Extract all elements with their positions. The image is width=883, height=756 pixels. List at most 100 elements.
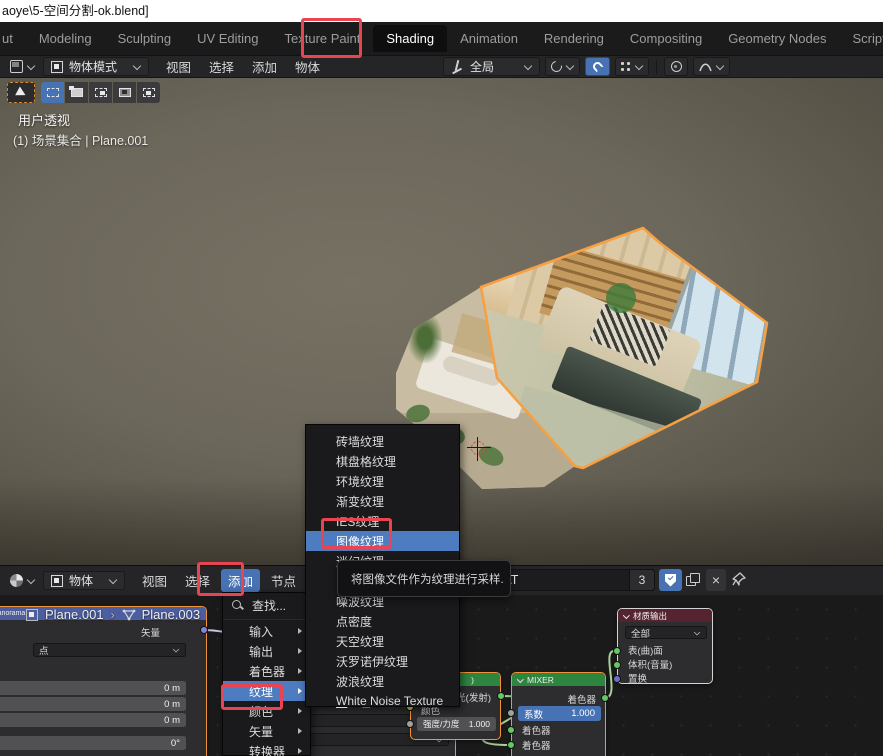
menu-item-着色器[interactable]: 着色器 <box>223 661 310 681</box>
snap-settings-dropdown[interactable] <box>615 57 649 76</box>
socket-vector-out[interactable] <box>200 626 208 634</box>
workspace-tab-scripting[interactable]: Scripting <box>839 25 883 52</box>
workspace-tab-modeling[interactable]: Modeling <box>26 25 105 52</box>
menu-item-White Noise Texture[interactable]: White Noise Texture <box>306 691 459 711</box>
node-output-title[interactable]: 材质输出 <box>633 610 667 622</box>
select-tool-button[interactable] <box>7 82 35 103</box>
menu-item-search[interactable]: 查找... <box>223 593 310 618</box>
select-mode-extend-button[interactable] <box>65 82 88 103</box>
workspace-tab-geometry-nodes[interactable]: Geometry Nodes <box>715 25 839 52</box>
socket-shader1-in[interactable] <box>507 726 515 734</box>
collapse-icon[interactable] <box>623 613 629 619</box>
mapping-value-field[interactable]: 0 m <box>0 713 186 727</box>
field-value: 0 m <box>164 699 180 710</box>
shader-menu-选择[interactable]: 选择 <box>178 569 217 592</box>
strength-field[interactable]: 强度/力度 1.000 <box>417 717 496 731</box>
transform-orientation-dropdown[interactable]: 全局 <box>443 57 540 76</box>
3d-cursor-icon <box>471 441 485 455</box>
pin-button[interactable] <box>731 571 747 587</box>
socket-mixer-out[interactable] <box>601 694 609 702</box>
viewport-menu-物体[interactable]: 物体 <box>288 55 327 78</box>
menu-item-输出[interactable]: 输出 <box>223 641 310 661</box>
menu-item-颜色[interactable]: 颜色 <box>223 701 310 721</box>
chevron-down-icon <box>635 63 643 71</box>
shader-menu-节点[interactable]: 节点 <box>264 569 303 592</box>
shader-editor-icon <box>10 574 23 587</box>
select-mode-subtract-button[interactable] <box>89 82 112 103</box>
viewport-menu-选择[interactable]: 选择 <box>202 55 241 78</box>
workspace-tab-uv-editing[interactable]: UV Editing <box>184 25 271 52</box>
menu-item-环境纹理[interactable]: 环境纹理 <box>306 471 459 491</box>
mapping-value-field[interactable]: 0 m <box>0 681 186 695</box>
menu-item-IES纹理[interactable]: IES纹理 <box>306 511 459 531</box>
socket-strength-in[interactable] <box>406 720 414 728</box>
snap-toggle-button[interactable] <box>585 57 610 76</box>
output-target-value: 全部 <box>631 626 650 640</box>
menu-item-渐变纹理[interactable]: 渐变纹理 <box>306 491 459 511</box>
socket-volume-in[interactable] <box>613 661 621 669</box>
node-mapping[interactable]: Panorama 矢量 点 0 m0 m0 m 0° <box>0 606 207 756</box>
menu-item-波浪纹理[interactable]: 波浪纹理 <box>306 671 459 691</box>
fac-slider[interactable]: 系数 1.000 <box>518 706 601 721</box>
workspace-tab-shading[interactable]: Shading <box>373 25 447 52</box>
breadcrumb-data[interactable]: Plane.003 <box>142 607 201 622</box>
menu-item-沃罗诺伊纹理[interactable]: 沃罗诺伊纹理 <box>306 651 459 671</box>
menu-item-输入[interactable]: 输入 <box>223 621 310 641</box>
menu-item-点密度[interactable]: 点密度 <box>306 611 459 631</box>
socket-emission-out[interactable] <box>497 692 505 700</box>
snap-pivot-dropdown[interactable] <box>545 57 580 76</box>
material-user-count[interactable]: 3 <box>629 570 654 590</box>
socket-surface-in[interactable] <box>613 647 621 655</box>
select-mode-set-button[interactable] <box>41 82 64 103</box>
menu-item-砖墙纹理[interactable]: 砖墙纹理 <box>306 431 459 451</box>
workspace-tab-texture-paint[interactable]: Texture Paint <box>272 25 374 52</box>
chevron-down-icon <box>27 577 35 585</box>
breadcrumb-object[interactable]: Plane.001 <box>45 607 104 622</box>
mode-dropdown[interactable]: 物体模式 <box>43 57 149 76</box>
falloff-dropdown[interactable] <box>693 57 730 76</box>
workspace-tab-ut[interactable]: ut <box>0 25 26 52</box>
socket-displacement-in[interactable] <box>613 675 621 683</box>
workspace-tab-compositing[interactable]: Compositing <box>617 25 715 52</box>
rotation-field[interactable]: 0° <box>0 736 186 750</box>
strength-value: 1.000 <box>469 719 490 729</box>
rotation-value: 0° <box>171 738 180 749</box>
object-mode-icon <box>51 61 63 73</box>
menu-item-棋盘格纹理[interactable]: 棋盘格纹理 <box>306 451 459 471</box>
shader-menu-添加[interactable]: 添加 <box>221 569 260 592</box>
output-target-dropdown[interactable]: 全部 <box>625 626 707 639</box>
editor-type-button[interactable] <box>6 57 39 76</box>
node-material-output[interactable]: 材质输出 全部 表(曲)面体积(音量)置换 <box>617 608 713 684</box>
menu-item-矢量[interactable]: 矢量 <box>223 721 310 741</box>
workspace-tab-rendering[interactable]: Rendering <box>531 25 617 52</box>
menu-separator <box>223 619 310 620</box>
fake-user-button[interactable] <box>659 569 682 591</box>
select-mode-intersect-button[interactable] <box>137 82 160 103</box>
viewport-menu-添加[interactable]: 添加 <box>245 55 284 78</box>
field-value: 0 m <box>164 715 180 726</box>
socket-shader2-in[interactable] <box>507 741 515 749</box>
mapping-value-field[interactable]: 0 m <box>0 697 186 711</box>
menu-item-天空纹理[interactable]: 天空纹理 <box>306 631 459 651</box>
proportional-editing-button[interactable] <box>664 57 688 76</box>
mapping-type-value: 点 <box>39 643 49 657</box>
shield-icon <box>665 574 676 587</box>
unlink-material-button[interactable]: × <box>706 569 726 591</box>
collapse-icon[interactable] <box>517 677 523 683</box>
editor-type-button[interactable] <box>6 571 39 590</box>
shader-type-dropdown[interactable]: 物体 <box>43 571 125 590</box>
menu-item-转换器[interactable]: 转换器 <box>223 741 310 756</box>
mesh-data-icon <box>122 609 135 620</box>
shader-menu-视图[interactable]: 视图 <box>135 569 174 592</box>
select-mode-invert-button[interactable] <box>113 82 136 103</box>
mapping-type-dropdown[interactable]: 点 <box>33 643 186 657</box>
viewport-menu-视图[interactable]: 视图 <box>159 55 198 78</box>
menu-item-图像纹理[interactable]: 图像纹理 <box>306 531 459 551</box>
node-mixer[interactable]: MIXER 着色器 系数 1.000 着色器着色器 <box>511 672 606 756</box>
node-mixer-title[interactable]: MIXER <box>527 675 554 685</box>
submenu-arrow-icon <box>298 728 302 734</box>
socket-fac-in[interactable] <box>507 709 515 717</box>
workspace-tab-sculpting[interactable]: Sculpting <box>105 25 184 52</box>
workspace-tab-animation[interactable]: Animation <box>447 25 531 52</box>
menu-item-纹理[interactable]: 纹理 <box>223 681 310 701</box>
